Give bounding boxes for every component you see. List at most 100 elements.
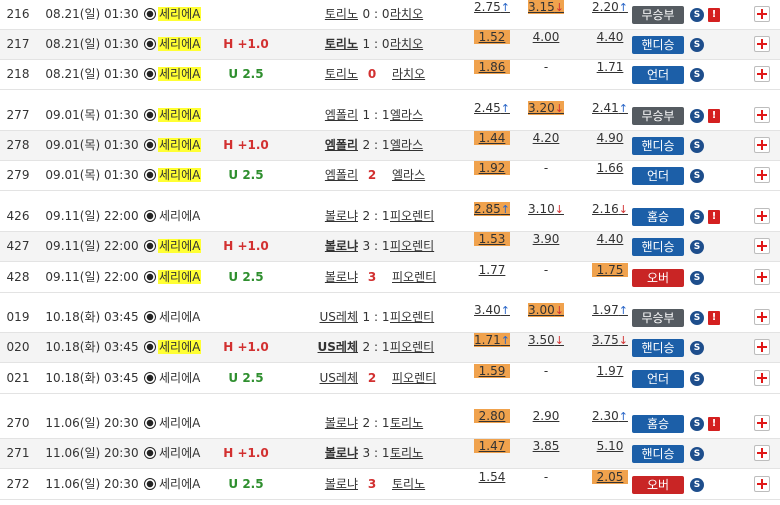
odd1-value[interactable]: 1.77: [474, 263, 510, 277]
bet-result-button[interactable]: 언더: [632, 370, 684, 388]
away-team-link[interactable]: 라치오: [390, 0, 460, 29]
bet-result-button[interactable]: 무승부: [632, 107, 684, 125]
odd1-value[interactable]: 1.59: [474, 364, 510, 378]
bet-result-button[interactable]: 핸디승: [632, 445, 684, 463]
odd1-value[interactable]: 1.86: [474, 60, 510, 74]
warning-icon[interactable]: !: [708, 417, 720, 431]
s-badge-icon[interactable]: S: [690, 139, 704, 153]
s-badge-icon[interactable]: S: [690, 311, 704, 325]
add-plus-icon[interactable]: [754, 36, 770, 52]
odd3-value[interactable]: 2.30↑: [592, 409, 628, 423]
odd3-value[interactable]: 4.90: [592, 131, 628, 145]
away-team-link[interactable]: 피오렌티: [390, 202, 460, 231]
add-plus-icon[interactable]: [754, 476, 770, 492]
s-badge-icon[interactable]: S: [690, 169, 704, 183]
away-team-link[interactable]: 라치오: [390, 30, 460, 59]
home-team-link[interactable]: US레체: [292, 333, 358, 362]
odd1-value[interactable]: 1.44: [474, 131, 510, 145]
away-team-link[interactable]: 토리노: [390, 409, 460, 438]
away-team-link[interactable]: 토리노: [392, 470, 462, 499]
s-badge-icon[interactable]: S: [690, 341, 704, 355]
home-team-link[interactable]: 볼로냐: [292, 409, 358, 438]
odd1-value[interactable]: 1.54: [474, 470, 510, 484]
s-badge-icon[interactable]: S: [690, 68, 704, 82]
odd3-value[interactable]: 2.20↑: [592, 0, 628, 14]
away-team-link[interactable]: 피오렌티: [390, 303, 460, 332]
add-plus-icon[interactable]: [754, 167, 770, 183]
away-team-link[interactable]: 엘라스: [390, 131, 460, 160]
add-plus-icon[interactable]: [754, 339, 770, 355]
odd3-value[interactable]: 5.10: [592, 439, 628, 453]
odd1-value[interactable]: 1.53: [474, 232, 510, 246]
away-team-link[interactable]: 엘라스: [392, 161, 462, 190]
add-plus-icon[interactable]: [754, 208, 770, 224]
odd2-value[interactable]: 3.20↓: [528, 101, 564, 115]
add-plus-icon[interactable]: [754, 6, 770, 22]
odd2-value[interactable]: 2.90: [528, 409, 564, 423]
add-plus-icon[interactable]: [754, 445, 770, 461]
away-team-link[interactable]: 라치오: [392, 60, 462, 89]
odd1-value[interactable]: 2.85↑: [474, 202, 510, 216]
s-badge-icon[interactable]: S: [690, 109, 704, 123]
away-team-link[interactable]: 피오렌티: [390, 333, 460, 362]
away-team-link[interactable]: 피오렌티: [390, 232, 460, 261]
odd1-value[interactable]: 1.71↑: [474, 333, 510, 347]
s-badge-icon[interactable]: S: [690, 8, 704, 22]
odd1-value[interactable]: 2.75↑: [474, 0, 510, 14]
home-team-link[interactable]: 볼로냐: [292, 232, 358, 261]
odd3-value[interactable]: 4.40: [592, 30, 628, 44]
bet-result-button[interactable]: 홈승: [632, 208, 684, 226]
odd3-value[interactable]: 4.40: [592, 232, 628, 246]
odd1-value[interactable]: 1.92: [474, 161, 510, 175]
odd2-value[interactable]: 3.90: [528, 232, 564, 246]
odd1-value[interactable]: 1.47: [474, 439, 510, 453]
odd2-value[interactable]: 4.20: [528, 131, 564, 145]
add-plus-icon[interactable]: [754, 107, 770, 123]
home-team-link[interactable]: US레체: [292, 364, 358, 393]
warning-icon[interactable]: !: [708, 8, 720, 22]
odd3-value[interactable]: 3.75↓: [592, 333, 628, 347]
away-team-link[interactable]: 토리노: [390, 439, 460, 468]
bet-result-button[interactable]: 홈승: [632, 415, 684, 433]
odd3-value[interactable]: 1.66: [592, 161, 628, 175]
bet-result-button[interactable]: 핸디승: [632, 339, 684, 357]
home-team-link[interactable]: 토리노: [292, 30, 358, 59]
odd1-value[interactable]: 3.40↑: [474, 303, 510, 317]
odd3-value[interactable]: 1.97: [592, 364, 628, 378]
s-badge-icon[interactable]: S: [690, 372, 704, 386]
s-badge-icon[interactable]: S: [690, 447, 704, 461]
odd3-value[interactable]: 2.41↑: [592, 101, 628, 115]
s-badge-icon[interactable]: S: [690, 271, 704, 285]
home-team-link[interactable]: 볼로냐: [292, 202, 358, 231]
odd2-value[interactable]: 3.10↓: [528, 202, 564, 216]
odd3-value[interactable]: 1.97↑: [592, 303, 628, 317]
add-plus-icon[interactable]: [754, 269, 770, 285]
odd1-value[interactable]: 1.52: [474, 30, 510, 44]
add-plus-icon[interactable]: [754, 238, 770, 254]
add-plus-icon[interactable]: [754, 66, 770, 82]
bet-result-button[interactable]: 무승부: [632, 6, 684, 24]
bet-result-button[interactable]: 언더: [632, 167, 684, 185]
bet-result-button[interactable]: 핸디승: [632, 137, 684, 155]
away-team-link[interactable]: 피오렌티: [392, 263, 462, 292]
warning-icon[interactable]: !: [708, 311, 720, 325]
home-team-link[interactable]: 엠폴리: [292, 101, 358, 130]
bet-result-button[interactable]: 핸디승: [632, 36, 684, 54]
odd2-value[interactable]: 3.15↓: [528, 0, 564, 14]
home-team-link[interactable]: 토리노: [292, 60, 358, 89]
home-team-link[interactable]: US레체: [292, 303, 358, 332]
bet-result-button[interactable]: 무승부: [632, 309, 684, 327]
odd3-value[interactable]: 2.05: [592, 470, 628, 484]
home-team-link[interactable]: 볼로냐: [292, 470, 358, 499]
add-plus-icon[interactable]: [754, 309, 770, 325]
away-team-link[interactable]: 엘라스: [390, 101, 460, 130]
odd3-value[interactable]: 1.75: [592, 263, 628, 277]
odd2-value[interactable]: 3.00↓: [528, 303, 564, 317]
home-team-link[interactable]: 엠폴리: [292, 161, 358, 190]
bet-result-button[interactable]: 오버: [632, 269, 684, 287]
s-badge-icon[interactable]: S: [690, 240, 704, 254]
add-plus-icon[interactable]: [754, 415, 770, 431]
odd3-value[interactable]: 2.16↓: [592, 202, 628, 216]
home-team-link[interactable]: 엠폴리: [292, 131, 358, 160]
warning-icon[interactable]: !: [708, 109, 720, 123]
